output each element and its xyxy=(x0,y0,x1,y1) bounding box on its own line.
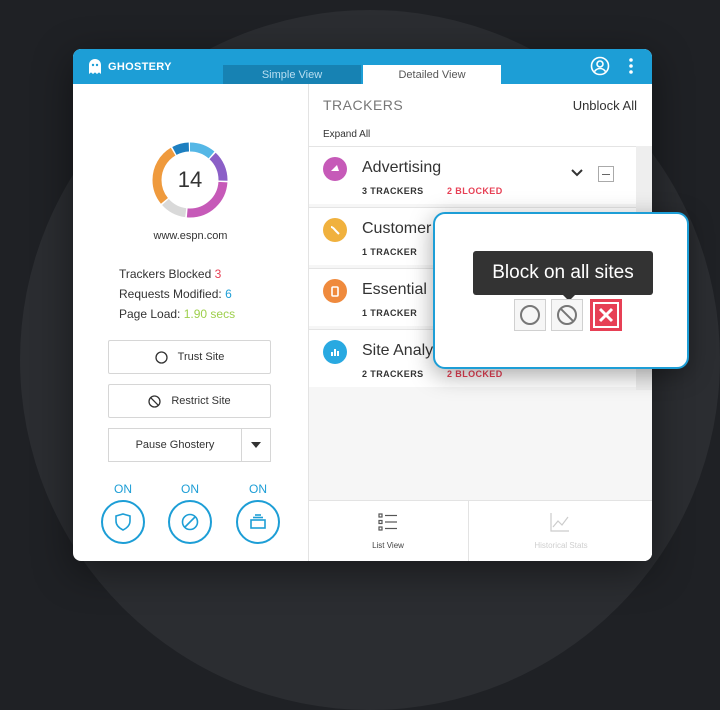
toggle-state: ON xyxy=(249,482,267,496)
category-tracker-count: 1 TRACKER xyxy=(362,308,418,318)
tooltip: Block on all sites xyxy=(473,251,653,295)
smart-blocking-toggle[interactable]: ON xyxy=(233,482,283,544)
smart-blocking-icon xyxy=(250,514,266,529)
category-blocked-count: 2 BLOCKED xyxy=(447,186,503,196)
category-tracker-count: 3 TRACKERS xyxy=(362,186,424,196)
block-icon xyxy=(595,304,617,326)
line-chart-icon xyxy=(550,513,569,532)
tracker-count: 14 xyxy=(177,167,203,192)
kebab-menu-icon[interactable] xyxy=(626,56,636,76)
brand: GHOSTERY xyxy=(87,58,172,76)
account-icon[interactable] xyxy=(590,56,610,76)
restrict-site-button[interactable]: Restrict Site xyxy=(108,384,271,418)
restrict-button[interactable] xyxy=(551,299,583,331)
category-tracker-count: 2 TRACKERS xyxy=(362,369,424,379)
expand-all-link[interactable]: Expand All xyxy=(323,129,370,140)
stat-value: 1.90 secs xyxy=(183,307,236,321)
header-bar: GHOSTERY Simple View Detailed View xyxy=(73,49,652,84)
allow-button[interactable] xyxy=(514,299,546,331)
toggle-state: ON xyxy=(181,482,199,496)
stat-page-load: Page Load: 1.90 secs xyxy=(119,307,236,321)
enhanced-anti-tracking-toggle[interactable]: ON xyxy=(98,482,148,544)
tab-historical-stats[interactable]: Historical Stats xyxy=(468,501,652,561)
stats-block: Trackers Blocked 3 Requests Modified: 6 … xyxy=(119,264,235,324)
stat-value: 3 xyxy=(214,267,222,281)
tab-list-view[interactable]: List View xyxy=(309,501,467,561)
shield-icon xyxy=(115,513,131,531)
stat-trackers-blocked: Trackers Blocked 3 xyxy=(119,267,222,281)
allow-icon xyxy=(520,305,540,325)
site-analytics-icon xyxy=(323,340,347,364)
unblock-all-button[interactable]: Unblock All xyxy=(573,98,637,113)
ghost-logo-icon xyxy=(89,59,101,74)
chevron-down-icon[interactable] xyxy=(571,169,583,177)
enhanced-ad-blocking-toggle[interactable]: ON xyxy=(165,482,215,544)
caret-down-icon xyxy=(251,442,261,448)
trust-site-button[interactable]: Trust Site xyxy=(108,340,271,374)
pause-dropdown-button[interactable] xyxy=(241,428,271,462)
category-name: Essential xyxy=(362,281,427,298)
summary-panel: 14 www.espn.com Trackers Blocked 3 Reque… xyxy=(73,84,309,561)
tab-simple-view[interactable]: Simple View xyxy=(223,65,361,84)
advertising-icon xyxy=(323,157,347,181)
tab-detailed-view[interactable]: Detailed View xyxy=(363,65,501,84)
block-options-popup: Block on all sites xyxy=(433,212,689,369)
stat-requests-modified: Requests Modified: 6 xyxy=(119,287,232,301)
tracker-donut-chart: 14 xyxy=(149,139,231,221)
trackers-title: TRACKERS xyxy=(323,97,404,113)
restrict-icon xyxy=(148,394,161,408)
brand-name: GHOSTERY xyxy=(108,61,172,73)
circle-icon xyxy=(155,350,168,364)
pause-control: Pause Ghostery xyxy=(108,428,271,462)
collapse-category-button[interactable] xyxy=(598,166,614,182)
block-ads-icon xyxy=(181,513,199,531)
restrict-site-label: Restrict Site xyxy=(171,395,231,407)
category-name: Advertising xyxy=(362,159,442,176)
essential-icon xyxy=(323,279,347,303)
toggle-state: ON xyxy=(114,482,132,496)
category-tracker-count: 1 TRACKER xyxy=(362,247,418,257)
category-advertising[interactable]: Advertising 3 TRACKERS 2 BLOCKED xyxy=(309,146,636,204)
tab-label: Historical Stats xyxy=(534,541,588,550)
block-button[interactable] xyxy=(590,299,622,331)
list-view-icon xyxy=(378,513,397,531)
bottom-tab-bar: List View Historical Stats xyxy=(309,500,652,561)
category-blocked-count: 2 BLOCKED xyxy=(447,369,503,379)
stat-value: 6 xyxy=(225,287,232,301)
customer-interaction-icon xyxy=(323,218,347,242)
site-domain: www.espn.com xyxy=(153,230,228,242)
restrict-icon xyxy=(557,305,577,325)
trust-site-label: Trust Site xyxy=(177,351,225,363)
tab-label: List View xyxy=(372,541,404,550)
pause-ghostery-button[interactable]: Pause Ghostery xyxy=(108,428,241,462)
